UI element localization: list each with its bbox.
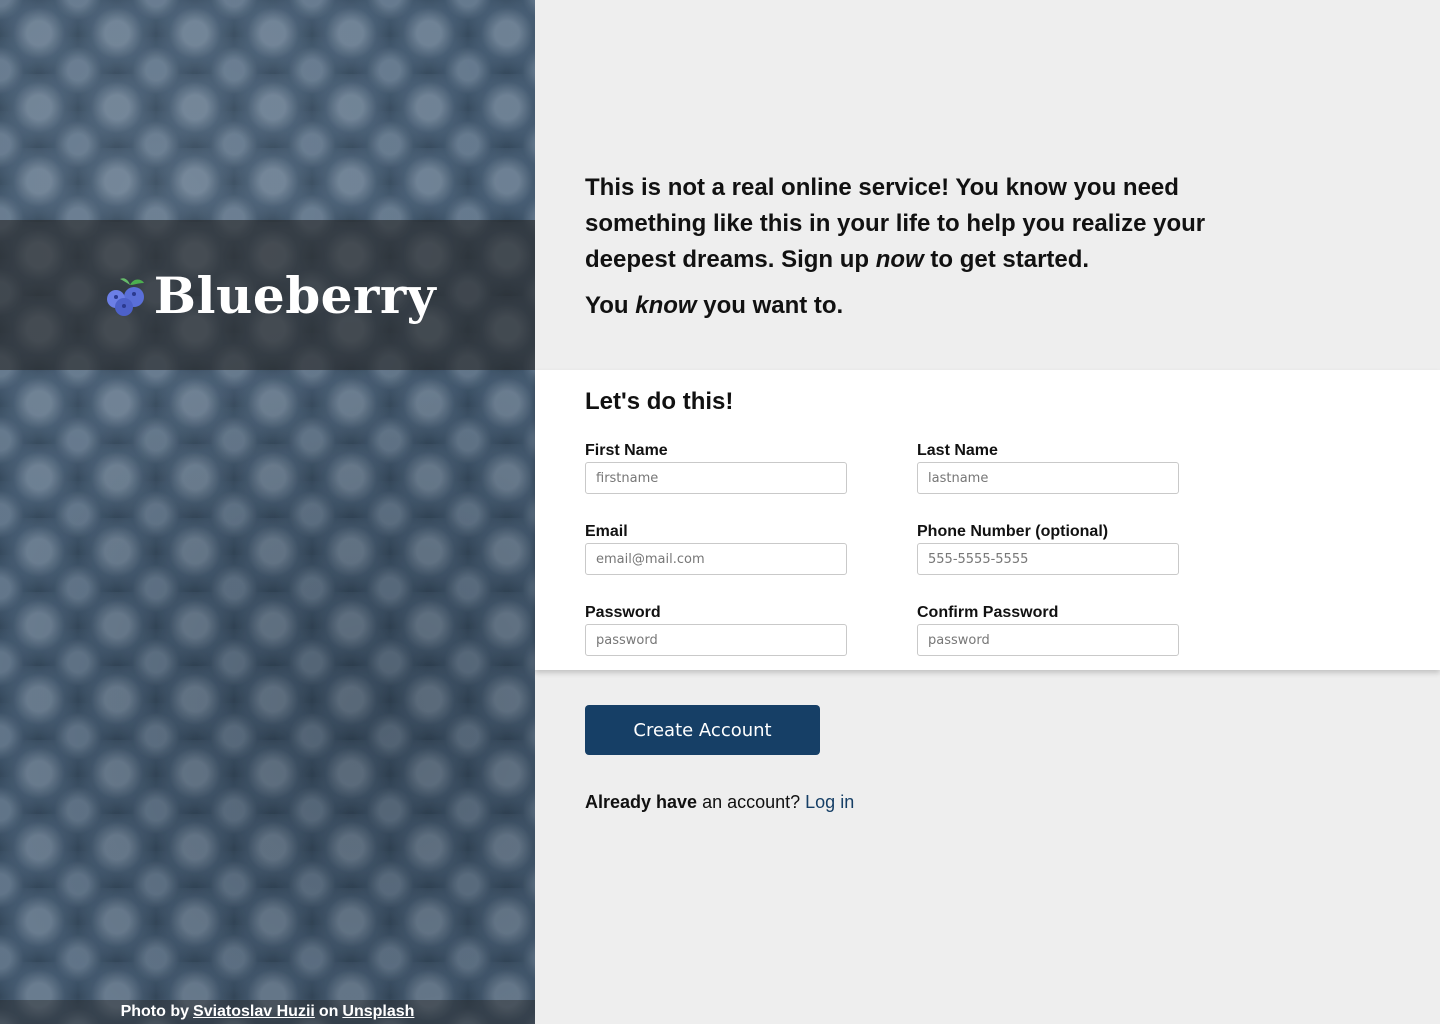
email-group: Email (585, 523, 847, 575)
create-account-button[interactable]: Create Account (585, 705, 820, 755)
credit-site-link[interactable]: Unsplash (342, 1003, 414, 1021)
password-group: Password (585, 604, 847, 656)
intro-paragraph-2: You know you want to. (585, 288, 1285, 324)
credit-middle: on (318, 1003, 339, 1020)
confirm-password-input[interactable] (917, 624, 1179, 656)
first-name-label: First Name (585, 442, 668, 459)
photo-credit: Photo by Sviatoslav Huzii on Unsplash (0, 1000, 535, 1024)
credit-author-link[interactable]: Sviatoslav Huzii (193, 1003, 315, 1021)
blueberry-icon (106, 278, 144, 316)
password-input[interactable] (585, 624, 847, 656)
phone-group: Phone Number (optional) (917, 523, 1179, 575)
login-prompt-bold: Already have (585, 792, 698, 812)
intro-text-2b: you want to. (696, 292, 844, 319)
signup-form: Let's do this! First Name Last Name Emai… (535, 370, 1440, 670)
last-name-label: Last Name (917, 442, 998, 459)
last-name-input[interactable] (917, 462, 1179, 494)
brand-name: Blueberry (153, 265, 437, 325)
login-link[interactable]: Log in (805, 792, 854, 812)
phone-label: Phone Number (optional) (917, 523, 1109, 540)
password-label: Password (585, 604, 661, 621)
intro-emphasis-know: know (635, 292, 697, 319)
first-name-group: First Name (585, 442, 847, 494)
first-name-input[interactable] (585, 462, 847, 494)
email-input[interactable] (585, 543, 847, 575)
intro-text-2a: You (585, 292, 636, 319)
intro-text-1b: to get started. (923, 246, 1090, 273)
login-prompt-text: an account? (697, 792, 806, 812)
intro-text: This is not a real online service! You k… (585, 170, 1285, 324)
email-label: Email (585, 523, 628, 540)
brand-banner: Blueberry (0, 220, 535, 370)
confirm-password-label: Confirm Password (917, 604, 1059, 621)
last-name-group: Last Name (917, 442, 1179, 494)
confirm-password-group: Confirm Password (917, 604, 1179, 656)
intro-emphasis-now: now (875, 246, 924, 273)
hero-image-panel: Blueberry Photo by Sviatoslav Huzii on U… (0, 0, 535, 1024)
form-title: Let's do this! (585, 388, 734, 415)
brand-logo: Blueberry (104, 266, 436, 325)
credit-prefix: Photo by (120, 1003, 190, 1020)
phone-input[interactable] (917, 543, 1179, 575)
intro-paragraph-1: This is not a real online service! You k… (585, 170, 1285, 278)
login-prompt: Already have an account? Log in (585, 792, 854, 813)
